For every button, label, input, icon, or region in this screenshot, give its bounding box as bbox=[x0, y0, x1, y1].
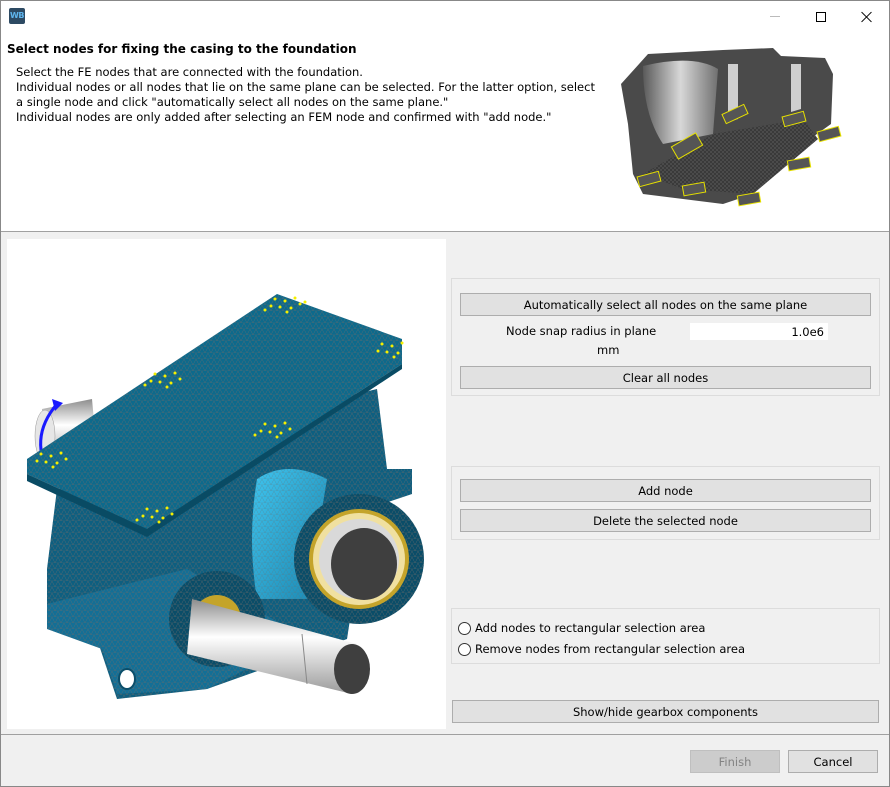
delete-node-button[interactable]: Delete the selected node bbox=[460, 509, 871, 532]
radio-label: Add nodes to rectangular selection area bbox=[475, 621, 706, 635]
radio-button[interactable] bbox=[458, 642, 471, 656]
clear-all-nodes-button[interactable]: Clear all nodes bbox=[460, 366, 871, 389]
snap-radius-unit: mm bbox=[597, 343, 620, 357]
radio-button[interactable] bbox=[458, 621, 471, 635]
dialog-window: WB Select nodes for fixing the casing to… bbox=[0, 0, 890, 787]
minimize-button[interactable] bbox=[752, 1, 798, 32]
snap-radius-label: Node snap radius in plane bbox=[506, 324, 657, 338]
description-line: Individual nodes or all nodes that lie o… bbox=[16, 80, 595, 94]
radio-label: Remove nodes from rectangular selection … bbox=[475, 642, 746, 656]
radio-remove-rect-selection[interactable]: Remove nodes from rectangular selection … bbox=[458, 642, 745, 656]
maximize-button[interactable] bbox=[798, 1, 844, 32]
add-node-button[interactable]: Add node bbox=[460, 479, 871, 502]
show-hide-components-button[interactable]: Show/hide gearbox components bbox=[452, 700, 879, 723]
description-line: a single node and click "automatically s… bbox=[16, 95, 449, 109]
app-logo-icon: WB bbox=[9, 8, 25, 24]
description-line: Select the FE nodes that are connected w… bbox=[16, 65, 363, 79]
wizard-header: Select nodes for fixing the casing to th… bbox=[1, 32, 889, 232]
page-description: Select the FE nodes that are connected w… bbox=[16, 65, 595, 125]
casing-preview-image bbox=[621, 48, 842, 207]
close-icon bbox=[861, 11, 873, 23]
maximize-icon bbox=[816, 11, 826, 22]
page-title: Select nodes for fixing the casing to th… bbox=[7, 42, 357, 56]
snap-radius-input[interactable] bbox=[690, 323, 828, 340]
cancel-button[interactable]: Cancel bbox=[788, 750, 878, 773]
finish-button[interactable]: Finish bbox=[690, 750, 780, 773]
description-line: Individual nodes are only added after se… bbox=[16, 110, 552, 124]
minimize-icon bbox=[770, 16, 780, 17]
auto-select-plane-button[interactable]: Automatically select all nodes on the sa… bbox=[460, 293, 871, 316]
radio-add-rect-selection[interactable]: Add nodes to rectangular selection area bbox=[458, 621, 705, 635]
3d-viewport[interactable] bbox=[7, 239, 446, 729]
footer-divider bbox=[1, 734, 889, 735]
title-bar: WB bbox=[1, 1, 889, 32]
close-button[interactable] bbox=[844, 1, 890, 32]
gearbox-model-view[interactable] bbox=[7, 239, 446, 729]
